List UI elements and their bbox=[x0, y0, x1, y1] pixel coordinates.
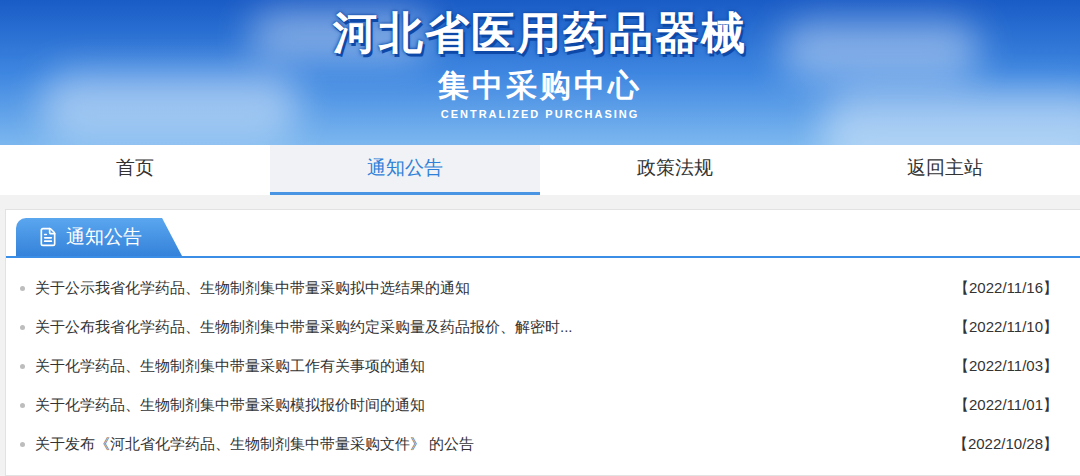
panel-title-tab: 通知公告 bbox=[16, 218, 182, 256]
panel-header: 通知公告 bbox=[6, 210, 1080, 258]
banner: 河北省医用药品器械集中采购中心CENTRALIZED PURCHASING bbox=[0, 0, 1080, 145]
banner-subtitle: 集中采购中心 bbox=[438, 66, 642, 106]
cloud-decoration bbox=[780, 20, 980, 80]
notice-row[interactable]: 关于公示我省化学药品、生物制剂集中带量采购拟中选结果的通知 【2022/11/16… bbox=[20, 269, 1058, 308]
bullet-dot bbox=[20, 442, 25, 447]
notice-row[interactable]: 关于化学药品、生物制剂集中带量采购模拟报价时间的通知 【2022/11/01】 bbox=[20, 386, 1058, 425]
page: 河北省医用药品器械集中采购中心CENTRALIZED PURCHASING首页通… bbox=[0, 0, 1080, 476]
notice-row[interactable]: 关于公布我省化学药品、生物制剂集中带量采购约定采购量及药品报价、解密时... 【2… bbox=[20, 308, 1058, 347]
cloud-decoration bbox=[40, 70, 300, 140]
notice-date: 【2022/11/10】 bbox=[954, 316, 1058, 339]
main-nav: 首页通知公告政策法规返回主站 bbox=[0, 145, 1080, 195]
notice-title[interactable]: 关于化学药品、生物制剂集中带量采购工作有关事项的通知 bbox=[35, 355, 425, 378]
notice-list: 关于公示我省化学药品、生物制剂集中带量采购拟中选结果的通知 【2022/11/16… bbox=[6, 258, 1080, 464]
notice-title[interactable]: 关于发布《河北省化学药品、生物制剂集中带量采购文件》 的公告 bbox=[35, 433, 474, 456]
bullet-dot bbox=[20, 286, 25, 291]
nav-item[interactable]: 政策法规 bbox=[540, 145, 810, 195]
banner-title: 河北省医用药品器械 bbox=[333, 6, 747, 60]
panel-title: 通知公告 bbox=[66, 223, 142, 252]
nav-item[interactable]: 返回主站 bbox=[810, 145, 1080, 195]
notice-panel: 通知公告关于公示我省化学药品、生物制剂集中带量采购拟中选结果的通知【2022/1… bbox=[5, 209, 1080, 476]
notice-row[interactable]: 关于发布《河北省化学药品、生物制剂集中带量采购文件》 的公告 【2022/10/2… bbox=[20, 425, 1058, 464]
bullet-dot bbox=[20, 403, 25, 408]
notice-date: 【2022/11/16】 bbox=[954, 277, 1058, 300]
notice-row[interactable]: 关于化学药品、生物制剂集中带量采购工作有关事项的通知 【2022/11/03】 bbox=[20, 347, 1058, 386]
notice-date: 【2022/10/28】 bbox=[953, 433, 1058, 456]
notice-title[interactable]: 关于公布我省化学药品、生物制剂集中带量采购约定采购量及药品报价、解密时... bbox=[35, 316, 573, 339]
bullet-dot bbox=[20, 364, 25, 369]
banner-english: CENTRALIZED PURCHASING bbox=[441, 106, 640, 122]
nav-item[interactable]: 首页 bbox=[0, 145, 270, 195]
bullet-dot bbox=[20, 325, 25, 330]
notice-title[interactable]: 关于公示我省化学药品、生物制剂集中带量采购拟中选结果的通知 bbox=[35, 277, 470, 300]
notice-title[interactable]: 关于化学药品、生物制剂集中带量采购模拟报价时间的通知 bbox=[35, 394, 425, 417]
nav-item[interactable]: 通知公告 bbox=[270, 145, 540, 195]
document-icon bbox=[38, 227, 58, 247]
notice-date: 【2022/11/03】 bbox=[954, 355, 1058, 378]
cloud-decoration bbox=[820, 90, 1080, 145]
notice-date: 【2022/11/01】 bbox=[954, 394, 1058, 417]
